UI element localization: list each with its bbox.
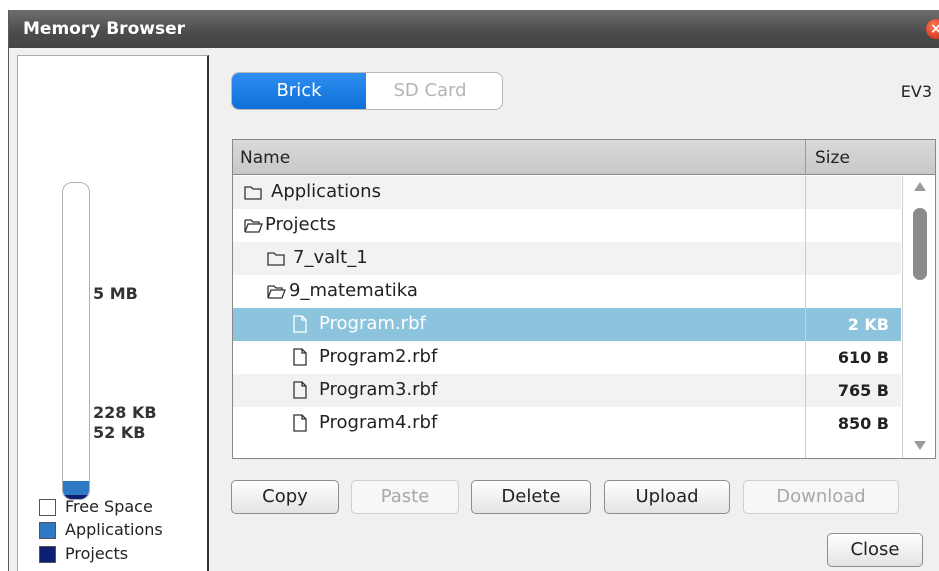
file-browser-panel: Brick SD Card EV3 Name Size Applications… — [216, 55, 939, 571]
row-name: Program2.rbf — [319, 346, 438, 367]
legend-label-free: Free Space — [65, 497, 153, 516]
file-rows: Applications Projects 7_valt_1 9_matemat… — [233, 176, 901, 458]
folder-closed-icon — [244, 186, 262, 200]
file-icon — [293, 348, 307, 366]
paste-button[interactable]: Paste — [351, 480, 459, 514]
memory-browser-window: Memory Browser × 5 MB 228 KB 52 KB Free … — [8, 10, 939, 571]
device-label: EV3 — [900, 82, 932, 101]
table-row[interactable]: Projects — [233, 209, 901, 242]
file-list-scrollbar[interactable] — [902, 176, 935, 458]
delete-button[interactable]: Delete — [471, 480, 591, 514]
row-name: Projects — [265, 214, 336, 235]
tab-brick[interactable]: Brick — [232, 73, 366, 109]
table-row[interactable]: Program2.rbf 610 B — [233, 341, 901, 374]
row-name: Program4.rbf — [319, 412, 438, 433]
close-button[interactable]: Close — [827, 533, 923, 567]
row-name: Applications — [271, 181, 381, 202]
scroll-up-arrow-icon[interactable] — [914, 182, 926, 191]
row-name: Program3.rbf — [319, 379, 438, 400]
storage-panel: 5 MB 228 KB 52 KB Free Space Application… — [17, 55, 209, 571]
legend-swatch-projects — [39, 546, 56, 563]
file-table: Name Size Applications Projects 7_valt_1 — [232, 139, 936, 459]
column-header-name[interactable]: Name — [240, 148, 290, 168]
gauge-label-used: 52 KB — [93, 423, 146, 442]
row-name: 9_matematika — [289, 280, 418, 301]
title-bar: Memory Browser × — [9, 10, 939, 48]
memory-gauge — [62, 182, 90, 500]
table-row[interactable]: Program3.rbf 765 B — [233, 374, 901, 407]
legend-swatch-free — [39, 499, 56, 516]
table-row[interactable]: Applications — [233, 176, 901, 209]
row-name: 7_valt_1 — [293, 247, 368, 268]
legend-swatch-applications — [39, 522, 56, 539]
table-row[interactable]: 7_valt_1 — [233, 242, 901, 275]
copy-button[interactable]: Copy — [231, 480, 339, 514]
scroll-down-arrow-icon[interactable] — [914, 441, 926, 450]
gauge-label-free: 228 KB — [93, 403, 157, 422]
row-size: 610 B — [837, 348, 889, 367]
file-icon — [293, 315, 307, 333]
gauge-label-total: 5 MB — [93, 284, 138, 303]
scroll-thumb[interactable] — [913, 208, 927, 280]
row-size: 850 B — [837, 414, 889, 433]
table-row[interactable]: Program4.rbf 850 B — [233, 407, 901, 440]
download-button[interactable]: Download — [743, 480, 899, 514]
window-title: Memory Browser — [23, 19, 185, 39]
file-icon — [293, 381, 307, 399]
row-size: 765 B — [837, 381, 889, 400]
table-row[interactable]: 9_matematika — [233, 275, 901, 308]
folder-open-icon — [244, 219, 263, 233]
table-row-selected[interactable]: Program.rbf 2 KB — [233, 308, 901, 341]
legend-label-applications: Applications — [65, 520, 163, 539]
row-size: 2 KB — [847, 315, 889, 334]
row-name: Program.rbf — [319, 313, 426, 334]
source-toggle: Brick SD Card — [231, 72, 503, 110]
upload-button[interactable]: Upload — [604, 480, 730, 514]
legend-label-projects: Projects — [65, 544, 129, 563]
column-header-size[interactable]: Size — [805, 140, 901, 175]
table-header: Name Size — [233, 140, 935, 175]
tab-sd-card[interactable]: SD Card — [366, 73, 494, 109]
folder-open-icon — [267, 285, 286, 299]
window-close-icon[interactable]: × — [926, 19, 939, 39]
size-column-divider — [805, 176, 806, 458]
folder-closed-icon — [267, 252, 285, 266]
file-icon — [293, 414, 307, 432]
